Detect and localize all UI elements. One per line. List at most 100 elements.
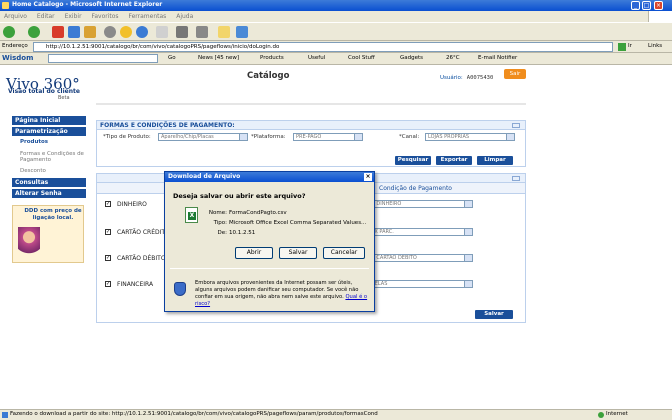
wisdom-search-input[interactable] — [48, 54, 158, 63]
sidebar-item-produtos[interactable]: Produtos — [12, 138, 86, 147]
print-icon[interactable] — [176, 26, 188, 38]
row-checkbox[interactable]: ✓ — [105, 255, 111, 261]
file-name-label: Nome: — [208, 210, 227, 216]
menu-ferramentas[interactable]: Ferramentas — [124, 11, 170, 20]
folder-icon[interactable] — [218, 26, 230, 38]
filter-panel: FORMAS E CONDIÇÕES DE PAGAMENTO: *Tipo d… — [96, 120, 526, 167]
menu-ajuda[interactable]: Ajuda — [172, 11, 197, 20]
ie-logo-icon — [2, 2, 9, 9]
wisdom-news[interactable]: News [45 new] — [198, 55, 239, 61]
sidebar-item-desconto[interactable]: Desconto — [12, 167, 86, 176]
filter-panel-header: FORMAS E CONDIÇÕES DE PAGAMENTO: — [97, 121, 525, 130]
sidebar-item-home[interactable]: Página Inicial — [12, 116, 86, 126]
canal-select[interactable]: LOJAS PRÓPRIAS — [425, 133, 515, 141]
window-title: Home Catalogo - Microsoft Internet Explo… — [12, 1, 163, 8]
condition-select[interactable]: A - DINHEIRO — [365, 200, 473, 208]
close-window-button[interactable]: × — [654, 1, 663, 10]
menu-editar[interactable]: Editar — [33, 11, 59, 20]
status-text: Fazendo o download a partir do site: htt… — [10, 411, 378, 417]
wisdom-products[interactable]: Products — [260, 55, 284, 61]
browser-toolbar — [0, 22, 672, 41]
menu-favoritos[interactable]: Favoritos — [87, 11, 122, 20]
go-button[interactable]: Ir — [628, 43, 632, 49]
minimize-button[interactable]: _ — [631, 1, 640, 10]
canal-value: LOJAS PRÓPRIAS — [428, 134, 470, 140]
condition-select[interactable]: A - CARTÃO DÉBITO — [365, 254, 473, 262]
wisdom-go-button[interactable]: Go — [168, 55, 176, 61]
sidebar-item-consultas[interactable]: Consultas — [12, 178, 86, 188]
menu-exibir[interactable]: Exibir — [61, 11, 86, 20]
plataforma-value: PRÉ-PAGO — [296, 134, 322, 140]
page-loading-icon — [2, 412, 8, 418]
window-title-bar: Home Catalogo - Microsoft Internet Explo… — [0, 0, 672, 11]
tipo-select[interactable]: Aparelho/Chip/Placas — [158, 133, 248, 141]
links-button[interactable]: Links — [648, 43, 662, 49]
logo-subtitle: Visão total do cliente — [8, 88, 80, 95]
menu-bar: Arquivo Editar Exibir Favoritos Ferramen… — [0, 11, 672, 22]
open-button[interactable]: Abrir — [235, 247, 273, 259]
search-button[interactable]: Pesquisar — [395, 156, 431, 165]
tipo-label: *Tipo de Produto: — [103, 134, 151, 140]
maximize-button[interactable]: □ — [642, 1, 651, 10]
stop-icon[interactable] — [52, 26, 64, 38]
wisdom-brand: Wisdom — [2, 54, 34, 62]
menu-arquivo[interactable]: Arquivo — [0, 11, 31, 20]
row-checkbox[interactable]: ✓ — [105, 201, 111, 207]
dialog-close-button[interactable]: × — [364, 173, 372, 181]
row-checkbox[interactable]: ✓ — [105, 281, 111, 287]
home-icon[interactable] — [84, 26, 96, 38]
dialog-separator — [170, 268, 369, 269]
address-bar: Endereço http://10.1.2.51:9001/catalogo/… — [0, 41, 672, 53]
canal-label: *Canal: — [399, 134, 420, 140]
condition-select[interactable]: RCELAS — [365, 280, 473, 288]
sidebar-item-senha[interactable]: Alterar Senha — [12, 189, 86, 199]
windows-flag-icon — [648, 11, 672, 22]
edit-icon[interactable] — [196, 26, 208, 38]
condition-value: A - CARTÃO DÉBITO — [368, 255, 417, 261]
sidebar-item-formas[interactable]: Formas e Condições de Pagamento — [12, 150, 86, 166]
user-info: Usuário: A0075430 — [440, 75, 493, 81]
wisdom-email[interactable]: E-mail Notifier — [478, 55, 517, 61]
address-label: Endereço — [2, 43, 28, 49]
plataforma-select[interactable]: PRÉ-PAGO — [293, 133, 363, 141]
search-icon[interactable] — [104, 26, 116, 38]
header-divider — [96, 103, 526, 105]
wisdom-coolstuff[interactable]: Cool Stuff — [348, 55, 375, 61]
promo-people-image — [18, 227, 40, 261]
refresh-icon[interactable] — [68, 26, 80, 38]
collapse-icon[interactable] — [512, 123, 520, 128]
file-from-value: 10.1.2.51 — [229, 230, 256, 236]
dialog-title-bar: Download de Arquivo × — [165, 172, 374, 182]
address-input[interactable]: http://10.1.2.51:9001/catalogo/br/com/vi… — [33, 42, 613, 52]
go-arrow-icon[interactable] — [618, 43, 626, 51]
logout-button[interactable]: Sair — [504, 69, 526, 79]
collapse-icon[interactable] — [512, 176, 520, 181]
logo-beta: Beta — [58, 95, 70, 101]
history-icon[interactable] — [136, 26, 148, 38]
row-label: CARTÃO DÉBITO — [117, 255, 166, 262]
wisdom-gadgets[interactable]: Gadgets — [400, 55, 423, 61]
forward-icon[interactable] — [28, 26, 40, 38]
sidebar-item-param[interactable]: Parametrização — [12, 127, 86, 137]
condition-select[interactable]: 10X PARC. — [365, 228, 473, 236]
wisdom-toolbar: Wisdom Go News [45 new] Products Useful … — [0, 53, 672, 65]
excel-file-icon — [185, 207, 198, 223]
dialog-warning: Embora arquivos provenientes da Internet… — [195, 280, 370, 308]
favorites-icon[interactable] — [120, 26, 132, 38]
shield-warning-icon — [174, 282, 186, 296]
export-button[interactable]: Exportar — [436, 156, 472, 165]
cancel-button[interactable]: Cancelar — [323, 247, 365, 259]
save-button[interactable]: Salvar — [279, 247, 317, 259]
user-value: A0075430 — [466, 75, 494, 81]
save-results-button[interactable]: Salvar — [475, 310, 513, 319]
mail-icon[interactable] — [156, 26, 168, 38]
row-checkbox[interactable]: ✓ — [105, 229, 111, 235]
warning-text: Embora arquivos provenientes da Internet… — [195, 280, 359, 300]
row-label: DINHEIRO — [117, 201, 147, 208]
clear-button[interactable]: Limpar — [477, 156, 513, 165]
messenger-icon[interactable] — [236, 26, 248, 38]
status-bar: Fazendo o download a partir do site: htt… — [0, 409, 672, 420]
back-icon[interactable] — [3, 26, 15, 38]
wisdom-useful[interactable]: Useful — [308, 55, 325, 61]
plataforma-label: *Plataforma: — [251, 134, 286, 140]
